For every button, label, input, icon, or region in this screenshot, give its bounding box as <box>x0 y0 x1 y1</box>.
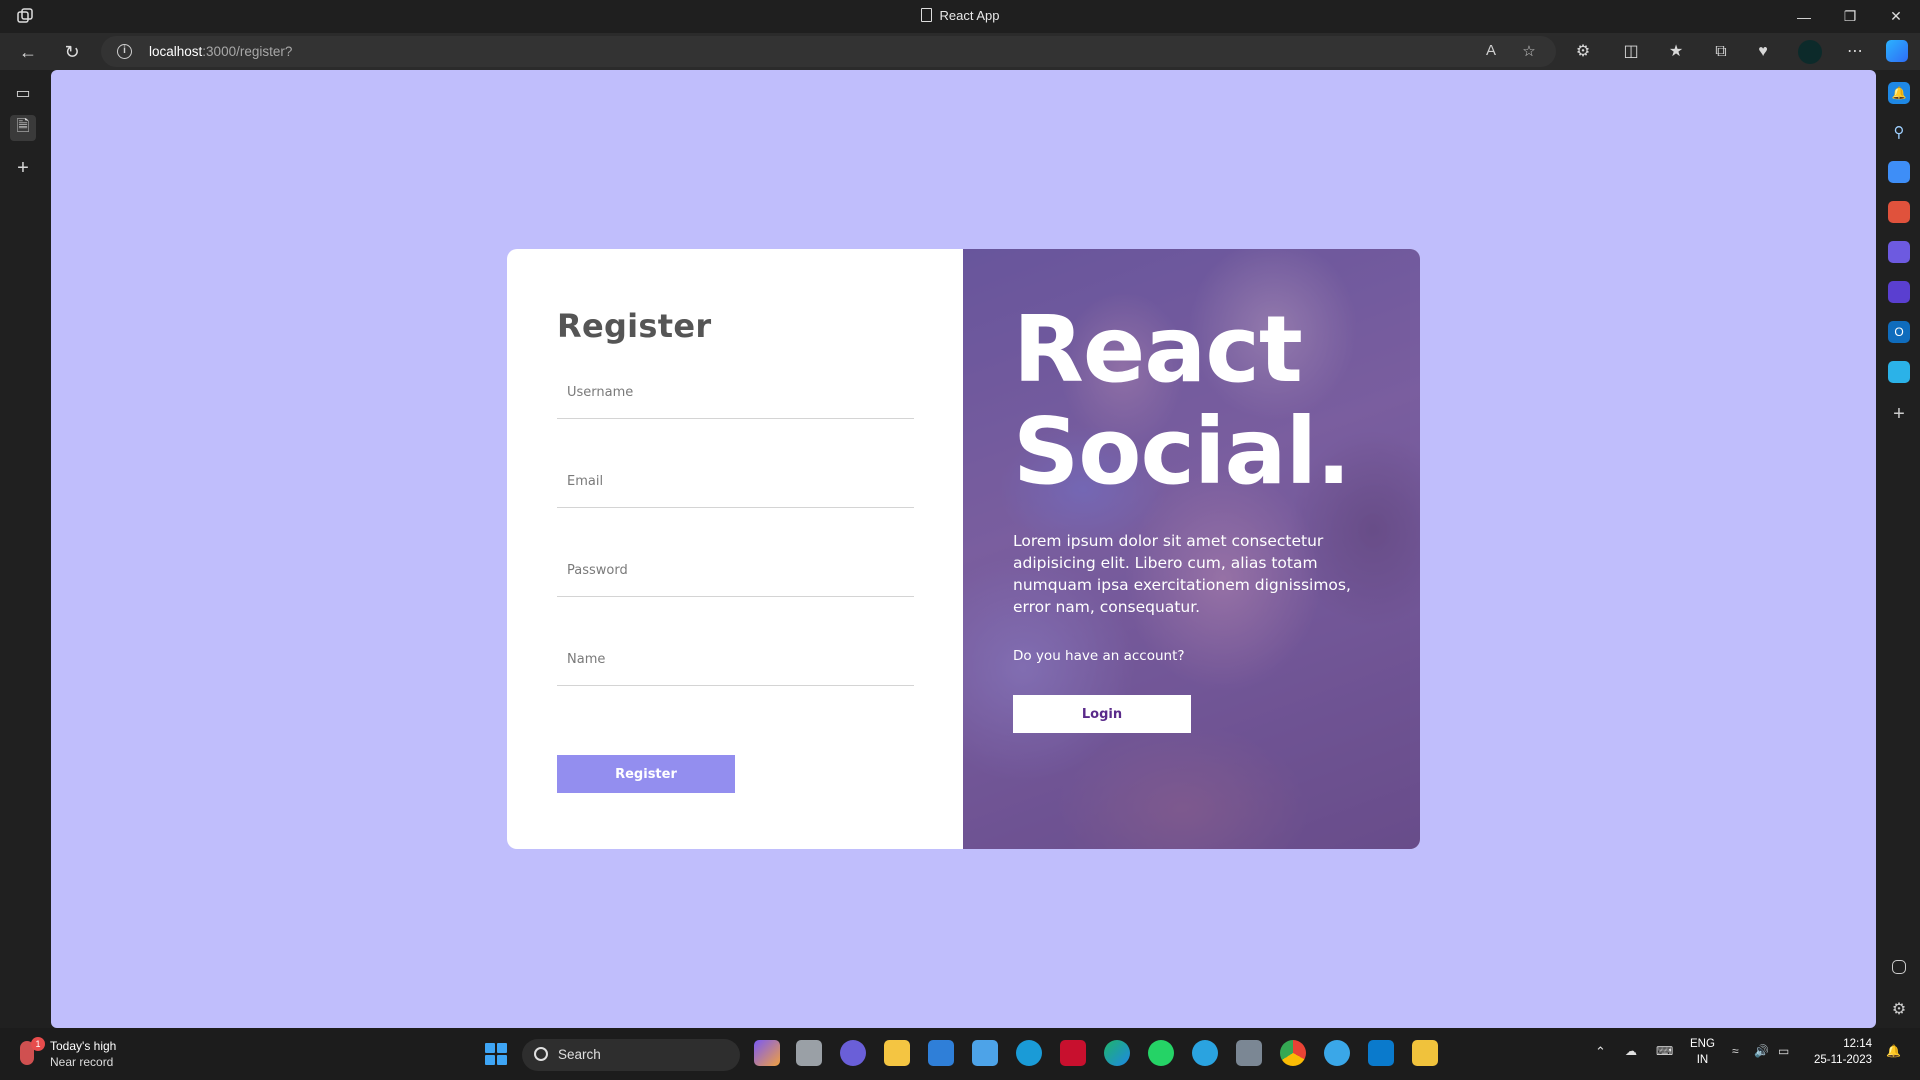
show-hidden-icons[interactable]: ⌃ <box>1595 1044 1606 1060</box>
edge-sidebar: 🔔 ⚲ O + ⚙ <box>1876 70 1920 1028</box>
brand-title: React Social. <box>1013 296 1351 505</box>
url-text[interactable]: localhost:3000/register? <box>149 44 292 59</box>
favorite-star-icon[interactable]: ☆ <box>1519 42 1539 62</box>
restore-button[interactable]: ❐ <box>1827 0 1873 33</box>
password-field <box>557 545 914 597</box>
email-field <box>557 456 914 508</box>
username-input[interactable] <box>557 367 914 418</box>
register-form-panel: Register Register <box>507 249 963 849</box>
tab-page-icon[interactable]: 🗎 <box>10 115 36 141</box>
time-text: 12:14 <box>1843 1038 1872 1050</box>
printer-icon[interactable] <box>1236 1040 1262 1066</box>
language-indicator[interactable]: ENG IN <box>1690 1036 1715 1068</box>
get-help-icon[interactable] <box>1016 1040 1042 1066</box>
whatsapp-icon[interactable] <box>1148 1040 1174 1066</box>
taskbar-search[interactable]: Search <box>522 1039 740 1071</box>
search-icon <box>534 1047 548 1061</box>
split-screen-icon[interactable]: ◫ <box>1620 41 1642 63</box>
sidebar-search-icon[interactable]: ⚲ <box>1888 121 1910 143</box>
weather-line-1: Today's high <box>50 1039 117 1053</box>
games-icon[interactable] <box>1888 241 1910 263</box>
volume-icon[interactable]: 🔊 <box>1754 1044 1769 1058</box>
read-aloud-icon[interactable]: A <box>1481 42 1501 62</box>
onedrive-icon[interactable]: ☁ <box>1625 1044 1637 1058</box>
weather-line-2: Near record <box>50 1055 114 1069</box>
shopping-icon[interactable] <box>1888 161 1910 183</box>
hero-panel: React Social. Lorem ipsum dolor sit amet… <box>963 249 1420 849</box>
email-input[interactable] <box>557 456 914 507</box>
window-title: React App <box>0 8 1920 23</box>
task-view-icon[interactable] <box>796 1040 822 1066</box>
mcafee-icon[interactable] <box>1060 1040 1086 1066</box>
vscode-icon[interactable] <box>1368 1040 1394 1066</box>
favorites-icon[interactable]: ★ <box>1665 41 1687 63</box>
outlook-icon[interactable]: O <box>1888 321 1910 343</box>
brand-line-2: Social. <box>1013 398 1351 505</box>
register-heading: Register <box>557 307 712 345</box>
more-options-icon[interactable]: ⋯ <box>1844 41 1866 63</box>
language-line-1: ENG <box>1690 1038 1715 1050</box>
close-button[interactable]: ✕ <box>1873 0 1919 33</box>
name-field <box>557 634 914 686</box>
new-tab-icon[interactable]: + <box>10 155 36 181</box>
add-sidebar-app-icon[interactable]: + <box>1888 403 1910 425</box>
weather-badge: 1 <box>31 1037 45 1051</box>
hero-description: Lorem ipsum dolor sit amet consectetur a… <box>1013 532 1351 616</box>
keyboard-icon[interactable]: ⌨ <box>1656 1044 1673 1058</box>
tools-icon[interactable] <box>1888 201 1910 223</box>
copilot-app-icon[interactable] <box>754 1040 780 1066</box>
microsoft-365-icon[interactable] <box>1888 281 1910 303</box>
page-viewport: Register Register React Social. Lorem i <box>51 70 1876 1028</box>
copilot-icon[interactable] <box>1886 40 1908 62</box>
vertical-tab-strip: ▭ 🗎 + <box>0 70 50 1028</box>
collections-icon[interactable]: ⧉ <box>1710 41 1732 63</box>
extensions-icon[interactable]: ⚙ <box>1572 41 1594 63</box>
username-field <box>557 367 914 419</box>
profile-avatar[interactable] <box>1798 40 1822 64</box>
minimize-button[interactable]: — <box>1781 0 1827 33</box>
sidebar-settings-icon[interactable]: ⚙ <box>1888 998 1910 1020</box>
account-question: Do you have an account? <box>1013 648 1185 664</box>
battery-icon[interactable]: ▭ <box>1778 1044 1789 1058</box>
notifications-icon[interactable]: 🔔 <box>1886 1044 1901 1058</box>
start-button[interactable] <box>485 1043 507 1065</box>
notification-bell-icon[interactable]: 🔔 <box>1888 82 1910 104</box>
login-button[interactable]: Login <box>1013 695 1191 733</box>
file-explorer-icon[interactable] <box>884 1040 910 1066</box>
title-bar: React App — ❐ ✕ <box>0 0 1920 33</box>
name-input[interactable] <box>557 634 914 685</box>
site-info-icon[interactable]: i <box>117 44 132 59</box>
tab-actions-icon[interactable]: ▭ <box>10 80 36 106</box>
browser-essentials-icon[interactable]: ♥ <box>1752 41 1774 63</box>
teams-chat-icon[interactable] <box>840 1040 866 1066</box>
chrome-icon[interactable] <box>1280 1040 1306 1066</box>
language-line-2: IN <box>1696 1054 1709 1066</box>
edge-icon[interactable] <box>1104 1040 1130 1066</box>
register-button[interactable]: Register <box>557 755 735 793</box>
tab-title: React App <box>939 8 1000 23</box>
wifi-icon[interactable]: ≈ <box>1732 1044 1739 1058</box>
notepad-icon[interactable] <box>972 1040 998 1066</box>
search-label: Search <box>558 1047 601 1062</box>
register-card: Register Register React Social. Lorem i <box>507 249 1420 849</box>
microsoft-store-icon[interactable] <box>928 1040 954 1066</box>
taskbar: 1 Today's high Near record Search ⌃ ☁ ⌨ … <box>0 1028 1920 1080</box>
address-bar[interactable]: i localhost:3000/register? A ☆ <box>101 36 1556 67</box>
back-icon[interactable]: ← <box>15 39 41 65</box>
document-icon <box>920 8 932 22</box>
date-text: 25-11-2023 <box>1814 1054 1872 1066</box>
telegram-icon[interactable] <box>1192 1040 1218 1066</box>
navigation-bar: ← ↻ i localhost:3000/register? A ☆ ⚙ ◫ ★… <box>0 33 1920 70</box>
drop-icon[interactable] <box>1888 361 1910 383</box>
security-shield-icon[interactable] <box>1412 1040 1438 1066</box>
password-input[interactable] <box>557 545 914 596</box>
cursor-app-icon[interactable] <box>1324 1040 1350 1066</box>
brand-line-1: React <box>1013 296 1303 403</box>
refresh-icon[interactable]: ↻ <box>59 39 85 65</box>
hide-sidebar-icon[interactable] <box>1892 960 1906 974</box>
clock[interactable]: 12:14 25-11-2023 <box>1812 1036 1872 1068</box>
